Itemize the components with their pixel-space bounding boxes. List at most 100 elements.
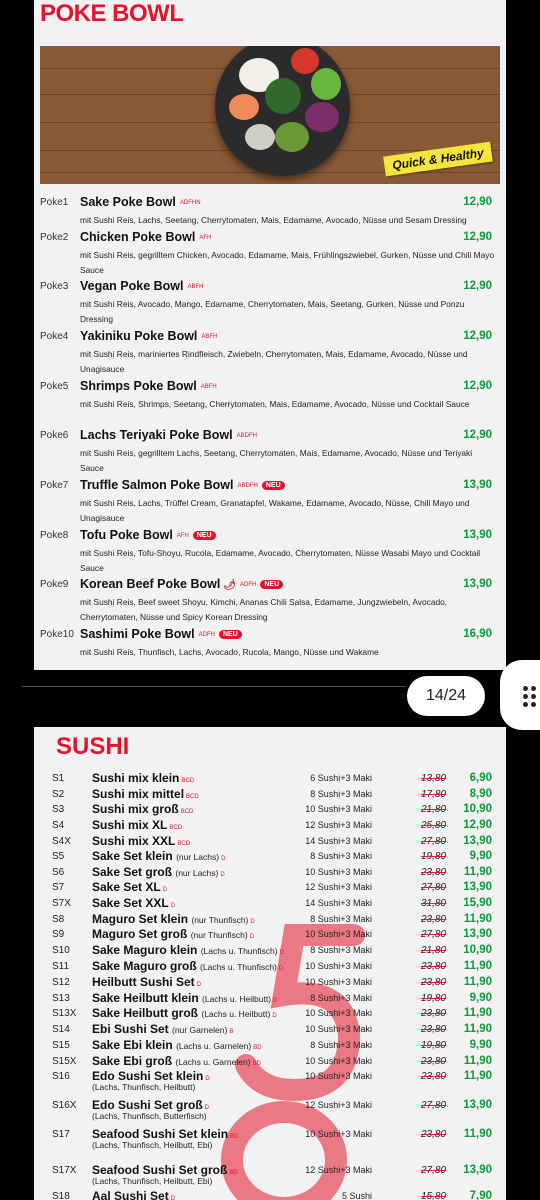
item-price: 13,90 <box>463 835 492 847</box>
sushi-item: S10 Sake Maguro klein (Lachs u. Thunfisch… <box>34 943 506 959</box>
allergen-codes: D <box>162 887 168 893</box>
item-subtitle: (Lachs u. Garnelen) <box>175 1057 251 1067</box>
item-subtitle: (Lachs u. Heilbutt) <box>202 994 272 1004</box>
allergen-codes: AFH <box>176 532 189 539</box>
item-price: 16,90 <box>463 628 492 640</box>
allergen-codes: D <box>273 998 278 1004</box>
item-pieces: 10 Sushi+3 Maki <box>305 977 372 987</box>
sushi-item: S15 Sake Ebi klein (Lachs u. Garnelen) BD 8… <box>34 1038 506 1054</box>
item-name: Seafood Sushi Set groß BD <box>92 1163 238 1177</box>
old-price: 15,80 <box>420 1191 446 1200</box>
item-price: 13,90 <box>463 928 492 940</box>
item-name-text: Sushi mix XXL <box>92 834 176 848</box>
item-code: S1 <box>52 773 65 784</box>
item-price: 8,90 <box>469 788 492 800</box>
item-code: S4 <box>52 820 65 831</box>
item-name: Sake Heilbutt groß (Lachs u. Heilbutt) D <box>92 1006 277 1020</box>
menu-page-sushi: SUSHI S1 Sushi mix klein BCD 6 Sushi+3 Maki… <box>34 727 506 1200</box>
allergen-codes: ABDFH <box>236 432 257 439</box>
item-price: 13,90 <box>463 479 492 491</box>
allergen-codes: ADFH <box>240 581 257 588</box>
item-description: mit Sushi Reis, Lachs, Seetang, Cherryto… <box>80 215 467 225</box>
item-code: Poke1 <box>40 197 69 208</box>
allergen-codes: D <box>170 903 176 909</box>
sushi-item: S17X Seafood Sushi Set groß BD (Lachs, Thun… <box>34 1163 506 1186</box>
allergen-codes: ABFH <box>200 383 217 390</box>
old-price: 23,80 <box>420 1056 446 1067</box>
item-name: Sake Poke Bowl ADFHN <box>80 195 201 209</box>
item-pieces: 10 Sushi+3 Maki <box>305 929 372 939</box>
item-code: S10 <box>52 945 70 956</box>
new-badge: NEU <box>218 630 242 640</box>
menu-page-poke-bowl: POKE BOWL Quick & Healthy Poke1 Sake Poke… <box>34 0 506 670</box>
item-pieces: 12 Sushi+3 Maki <box>305 882 372 892</box>
item-name-text: Sake Set XL <box>92 880 161 894</box>
item-subtitle: (Lachs u. Heilbutt) <box>201 1009 271 1019</box>
item-code: S15 <box>52 1040 70 1051</box>
item-price: 11,90 <box>463 913 492 925</box>
allergen-codes: D <box>221 856 226 862</box>
old-price: 23,80 <box>420 1008 446 1019</box>
poke-bowl-photo: Quick & Healthy <box>40 46 500 184</box>
item-name-text: Sushi mix XL <box>92 818 168 832</box>
sushi-item: S11 Sake Maguro groß (Lachs u. Thunfisch)… <box>34 959 506 975</box>
item-name-text: Sushi mix mittel <box>92 787 185 801</box>
item-price: 12,90 <box>463 330 492 342</box>
item-name: Sake Set groß (nur Lachs) D <box>92 865 225 879</box>
old-price: 27,80 <box>420 1165 446 1176</box>
item-pieces: 12 Sushi+3 Maki <box>305 1100 372 1110</box>
item-code: Poke5 <box>40 381 69 392</box>
item-pieces: 10 Sushi+3 Maki <box>305 1024 372 1034</box>
old-price: 27,80 <box>420 882 446 893</box>
item-pieces: 5 Sushi <box>341 1191 372 1200</box>
item-price: 12,90 <box>463 196 492 208</box>
item-pieces: 14 Sushi+3 Maki <box>305 898 372 908</box>
sushi-item: S13X Sake Heilbutt groß (Lachs u. Heilbut… <box>34 1006 506 1022</box>
item-name-text: Yakiniku Poke Bowl <box>80 329 198 343</box>
item-subtitle: (nur Thunfisch) <box>190 930 248 940</box>
item-pieces: 10 Sushi+3 Maki <box>305 1008 372 1018</box>
item-name-text: Shrimps Poke Bowl <box>80 379 197 393</box>
item-name-text: Seafood Sushi Set groß <box>92 1163 228 1177</box>
old-price: 27,80 <box>420 836 446 847</box>
item-description: mit Sushi Reis, Tofu-Shoyu, Rucola, Edam… <box>80 548 481 573</box>
item-subtitle: (Lachs u. Garnelen) <box>176 1041 252 1051</box>
item-code: S4X <box>52 836 71 847</box>
item-code: S9 <box>52 929 65 940</box>
item-code: Poke7 <box>40 480 69 491</box>
section-title-sushi: SUSHI <box>56 733 130 760</box>
allergen-codes: B <box>229 1029 234 1035</box>
item-name-text: Ebi Sushi Set <box>92 1022 169 1036</box>
item-name-text: Tofu Poke Bowl <box>80 528 173 542</box>
item-price: 9,90 <box>469 1039 492 1051</box>
item-name: Korean Beef Poke Bowl 🌶 ADFH NEU <box>80 577 284 591</box>
item-name: Edo Sushi Set klein D <box>92 1069 210 1083</box>
item-name: Sushi mix groß BCD <box>92 802 193 816</box>
item-price: 6,90 <box>469 772 492 784</box>
item-code: S13X <box>52 1008 77 1019</box>
sushi-item: S3 Sushi mix groß BCD 10 Sushi+3 Maki 21,80 1… <box>34 802 506 818</box>
old-price: 23,80 <box>420 977 446 988</box>
item-name-text: Sashimi Poke Bowl <box>80 627 195 641</box>
item-description: mit Sushi Reis, Shrimps, Seetang, Cherry… <box>80 399 470 409</box>
item-subtitle: (nur Garnelen) <box>172 1025 228 1035</box>
sushi-item: S4X Sushi mix XXL BCD 14 Sushi+3 Maki 27,80 1… <box>34 834 506 850</box>
allergen-codes: D <box>278 966 284 972</box>
item-name-text: Sake Ebi klein <box>92 1038 173 1052</box>
item-name-text: Sake Heilbutt groß <box>92 1006 199 1020</box>
item-name-text: Chicken Poke Bowl <box>80 230 196 244</box>
allergen-codes: ABFH <box>201 333 218 340</box>
item-name: Sushi mix mittel BCD <box>92 787 199 801</box>
sushi-item: S18 Aal Sushi Set D 5 Sushi 15,80 7,90 <box>34 1189 506 1200</box>
allergen-codes: D <box>279 950 284 956</box>
item-name: Sake Ebi klein (Lachs u. Garnelen) BD <box>92 1038 262 1052</box>
allergen-codes: D <box>196 982 202 988</box>
sushi-item: S7 Sake Set XL D 12 Sushi+3 Maki 27,80 13,90 <box>34 880 506 896</box>
old-price: 19,80 <box>420 993 446 1004</box>
item-price: 11,90 <box>463 960 492 972</box>
item-code: S12 <box>52 977 70 988</box>
item-name: Edo Sushi Set groß D <box>92 1098 209 1112</box>
item-name-text: Sake Ebi groß <box>92 1054 173 1068</box>
sushi-item: S16X Edo Sushi Set groß D (Lachs, Thunfisch… <box>34 1098 506 1121</box>
item-price: 12,90 <box>463 380 492 392</box>
